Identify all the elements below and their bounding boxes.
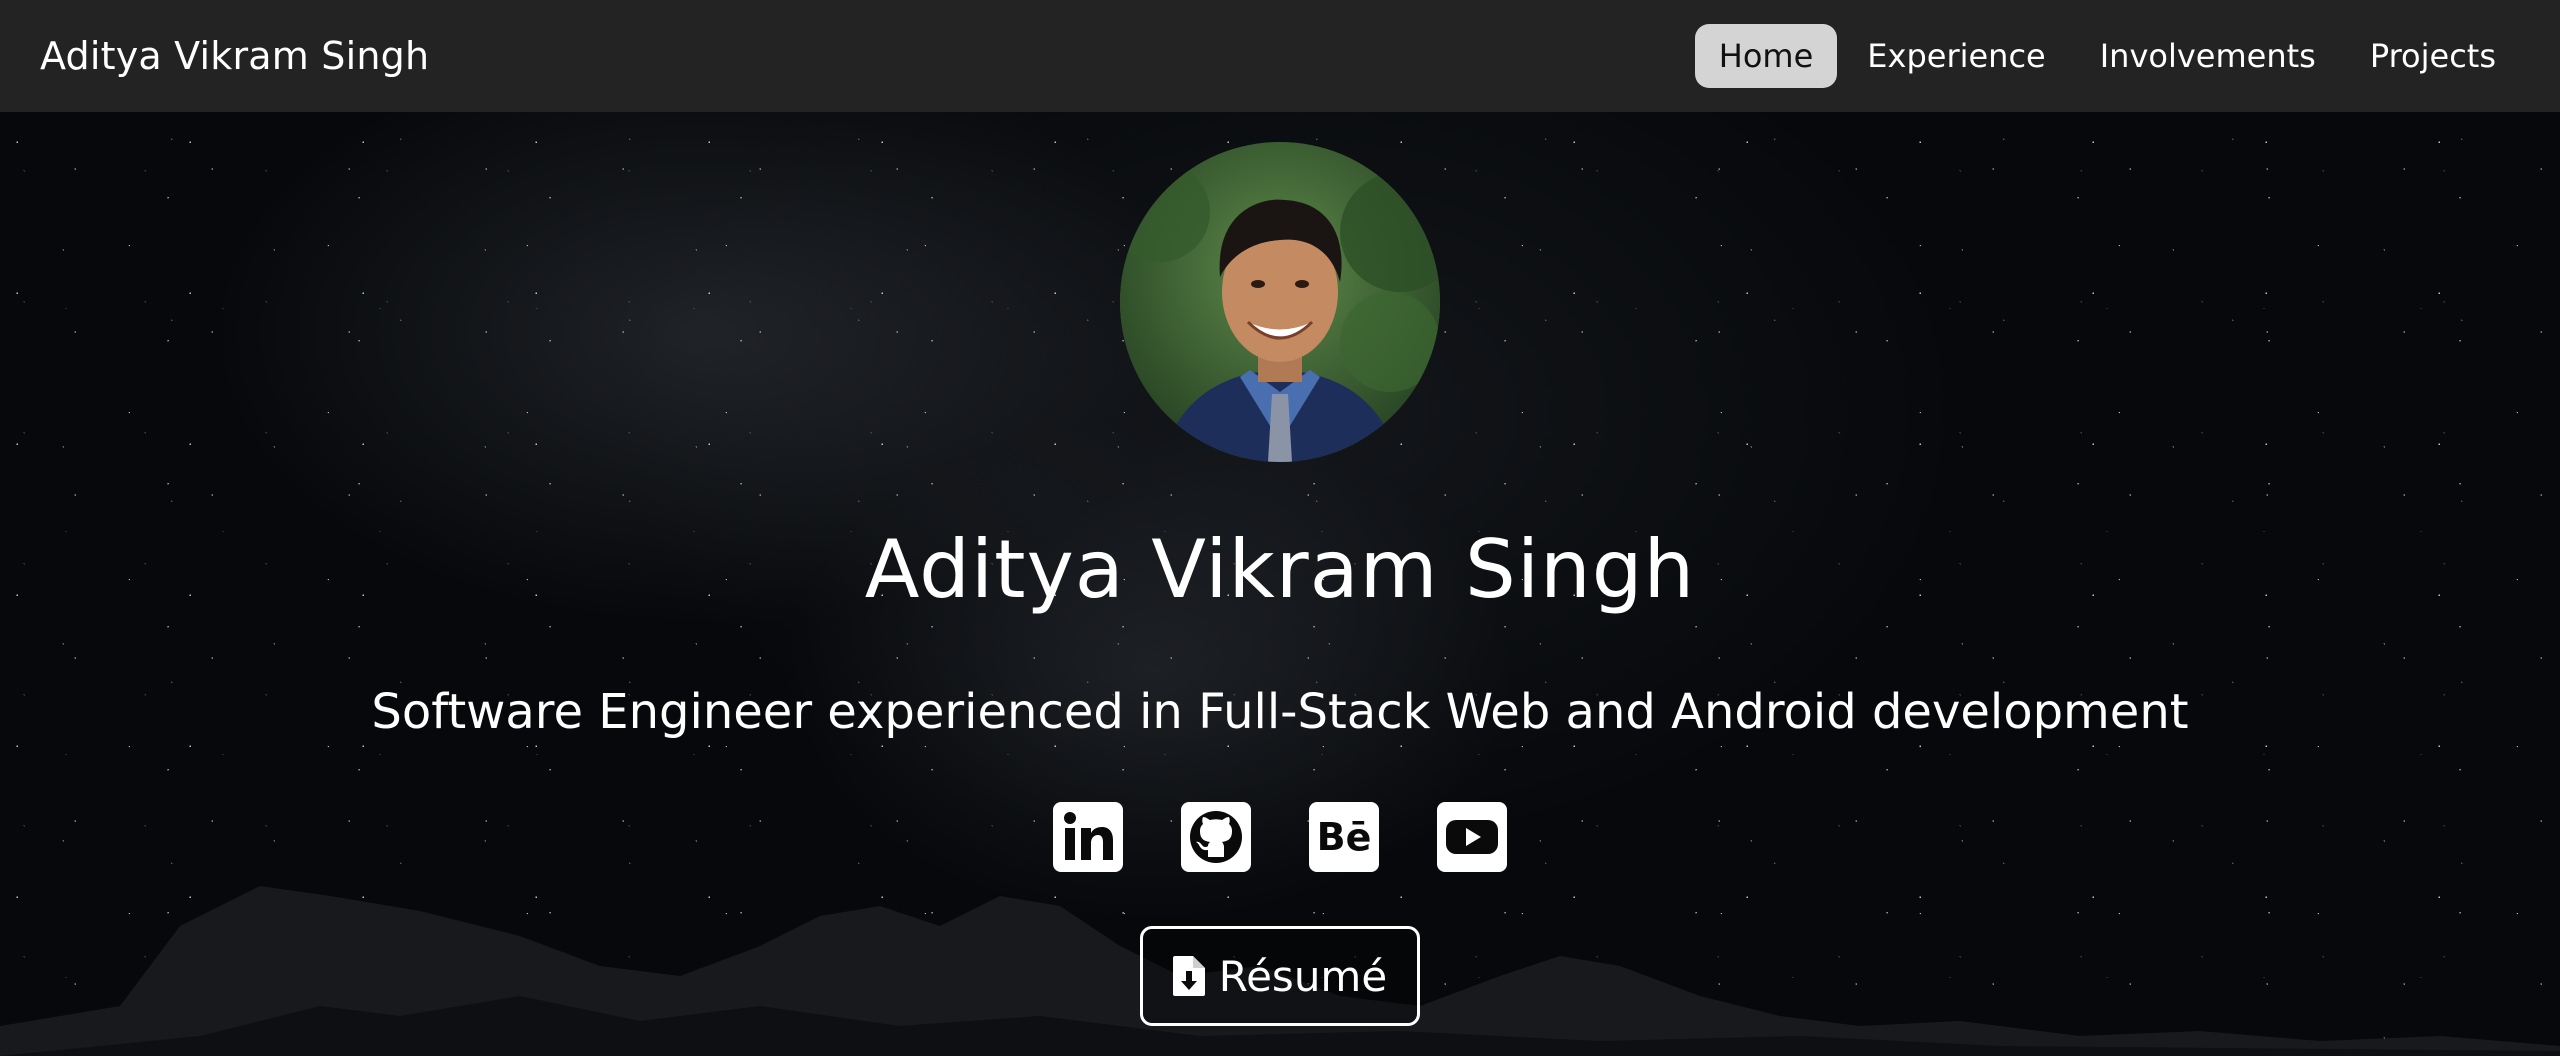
profile-avatar	[1120, 142, 1440, 462]
resume-wrapper: Résumé	[0, 926, 2560, 1026]
github-link[interactable]	[1181, 802, 1251, 872]
profile-photo-icon	[1120, 142, 1440, 462]
hero-name: Aditya Vikram Singh	[864, 523, 1696, 616]
linkedin-link[interactable]	[1053, 802, 1123, 872]
behance-link[interactable]: Bē	[1309, 802, 1379, 872]
github-icon	[1190, 811, 1242, 863]
navbar: Aditya Vikram Singh Home Experience Invo…	[0, 0, 2560, 112]
nav-link-projects[interactable]: Projects	[2346, 24, 2520, 88]
file-download-icon	[1172, 956, 1205, 996]
nav-link-involvements[interactable]: Involvements	[2076, 24, 2340, 88]
social-links: Bē	[0, 802, 2560, 872]
resume-label: Résumé	[1218, 951, 1388, 1001]
behance-icon: Bē	[1316, 815, 1372, 859]
resume-button[interactable]: Résumé	[1140, 926, 1420, 1026]
nav-links: Home Experience Involvements Projects	[1694, 24, 2520, 88]
nav-link-experience[interactable]: Experience	[1843, 24, 2069, 88]
linkedin-icon	[1064, 812, 1113, 860]
youtube-icon	[1446, 820, 1498, 854]
brand-title[interactable]: Aditya Vikram Singh	[40, 34, 429, 78]
hero-tagline: Software Engineer experienced in Full-St…	[371, 684, 2189, 740]
hero-section: Aditya Vikram Singh Software Engineer ex…	[0, 112, 2560, 1056]
nav-link-home[interactable]: Home	[1694, 24, 1838, 88]
youtube-link[interactable]	[1437, 802, 1507, 872]
